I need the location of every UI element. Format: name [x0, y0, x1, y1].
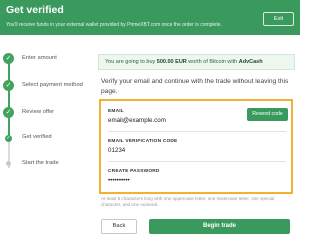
exit-button[interactable]: Exit	[263, 12, 294, 26]
password-field: CREATE PASSWORD ••••••••••	[108, 169, 160, 184]
verification-code-field: EMAIL VERIFICATION CODE 01234	[108, 139, 177, 154]
notice-amount: 500.00 EUR	[156, 59, 187, 65]
password-label: CREATE PASSWORD	[108, 169, 160, 174]
dot-icon	[6, 161, 11, 166]
verification-instructions: Verify your email and continue with the …	[101, 78, 289, 95]
header-bar: Get verified You'll receive funds in you…	[0, 0, 300, 35]
verification-code-input[interactable]: 01234	[108, 147, 177, 154]
password-hint: At least 8 characters long with one uppe…	[101, 196, 275, 207]
begin-trade-button[interactable]: Begin trade	[149, 219, 290, 234]
step-select-payment-method[interactable]: Select payment method	[22, 82, 83, 88]
email-field: EMAIL email@example.com	[108, 109, 166, 124]
step-review-offer[interactable]: Review offer	[22, 109, 54, 115]
check-icon: ✓	[3, 80, 14, 91]
step-start-the-trade: Start the trade	[22, 160, 59, 166]
notice-prefix: You are going to buy	[105, 59, 156, 65]
verification-form: EMAIL email@example.com Resend code EMAI…	[99, 99, 293, 194]
check-icon: ✓	[3, 107, 14, 118]
notice-provider: AdvCash	[238, 59, 263, 65]
step-get-verified: Get verified	[22, 134, 52, 140]
back-button[interactable]: Back	[101, 219, 137, 234]
email-label: EMAIL	[108, 109, 124, 114]
purchase-notice: You are going to buy 500.00 EUR worth of…	[98, 54, 295, 70]
check-icon: ✓	[5, 135, 12, 142]
notice-middle: worth of Bitcoin with	[188, 59, 238, 65]
check-icon: ✓	[3, 53, 14, 64]
page-subtitle: You'll receive funds in your external wa…	[6, 22, 222, 28]
verification-code-label: EMAIL VERIFICATION CODE	[108, 139, 178, 144]
field-divider	[108, 161, 286, 162]
password-input[interactable]: ••••••••••	[108, 177, 160, 184]
field-divider	[108, 131, 286, 132]
resend-code-button[interactable]: Resend code	[247, 108, 288, 121]
email-input[interactable]: email@example.com	[108, 117, 166, 124]
page-title: Get verified	[6, 4, 64, 16]
step-enter-amount[interactable]: Enter amount	[22, 55, 57, 61]
